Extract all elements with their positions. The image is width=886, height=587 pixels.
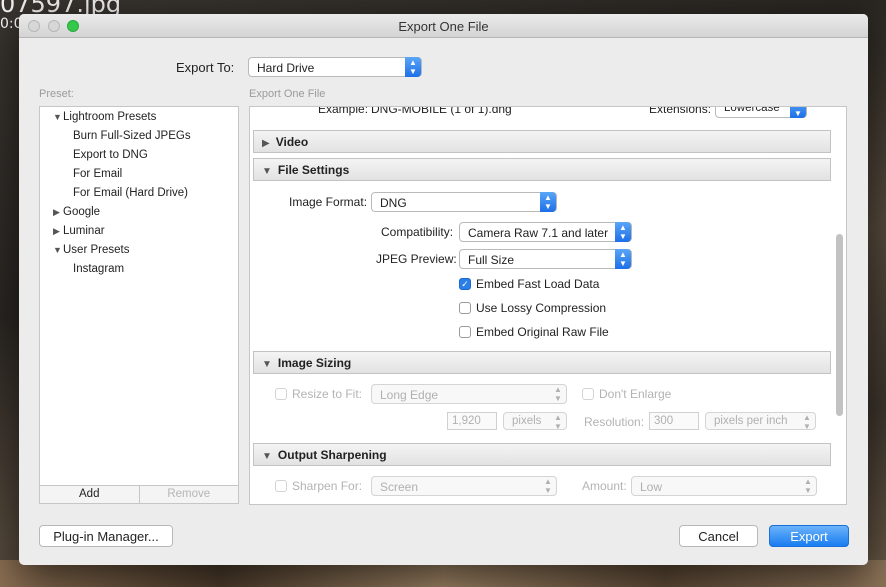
sharpen-for-checkbox[interactable] <box>275 480 287 492</box>
add-preset-button[interactable]: Add <box>40 486 140 503</box>
disclosure-closed-icon: ▶ <box>53 226 60 236</box>
lossy-compression-checkbox[interactable] <box>459 302 471 314</box>
cancel-button[interactable]: Cancel <box>679 525 758 547</box>
resolution-label: Resolution: <box>584 415 645 429</box>
chevron-updown-icon: ▲▼ <box>554 413 562 431</box>
output-sharpening-section-header[interactable]: ▼ Output Sharpening <box>253 443 831 466</box>
export-one-file-caption: Export One File <box>249 88 326 100</box>
jpeg-preview-label: JPEG Preview: <box>376 252 457 266</box>
embed-fast-load-checkbox[interactable]: ✓ <box>459 278 471 290</box>
example-label: Example: <box>318 106 369 116</box>
extensions-select[interactable]: Lowercase ▲▼ <box>715 107 807 118</box>
chevron-updown-icon: ▲▼ <box>615 249 631 269</box>
preset-export-to-dng[interactable]: Export to DNG <box>73 149 148 161</box>
window-title: Export One File <box>398 19 489 34</box>
sharpen-for-label: Sharpen For: <box>292 479 363 493</box>
dont-enlarge-label: Don't Enlarge <box>599 387 672 401</box>
image-format-select[interactable]: DNG ▲ ▼ <box>371 192 557 212</box>
chevron-updown-icon: ▲▼ <box>544 477 552 495</box>
preset-caption: Preset: <box>39 88 74 100</box>
resolution-field[interactable]: 300 <box>649 412 699 430</box>
settings-scrollbar[interactable] <box>836 234 843 416</box>
preset-group-luminar[interactable]: ▶ Luminar <box>53 225 105 237</box>
preset-footer: Add Remove <box>39 485 239 504</box>
image-format-label: Image Format: <box>289 195 368 209</box>
jpeg-preview-select[interactable]: Full Size ▲ ▼ <box>459 249 632 269</box>
preset-group-user[interactable]: ▼User Presets <box>53 244 129 256</box>
export-dialog: Export One File Export To: Hard Drive ▲ ▼… <box>19 14 868 565</box>
export-to-value: Hard Drive <box>257 61 315 75</box>
chevron-updown-icon: ▲▼ <box>540 192 556 212</box>
compatibility-select[interactable]: Camera Raw 7.1 and later ▲ ▼ <box>459 222 632 242</box>
disclosure-closed-icon: ▶ <box>53 207 60 217</box>
video-section-header[interactable]: ▶ Video <box>253 130 831 153</box>
export-settings-panel: Example: DNG-MOBILE (1 of 1).dng Extensi… <box>249 106 847 505</box>
disclosure-open-icon: ▼ <box>262 359 272 370</box>
chevron-updown-icon: ▲▼ <box>803 413 811 431</box>
dont-enlarge-checkbox[interactable] <box>582 388 594 400</box>
resolution-unit-select[interactable]: pixels per inch ▲ ▼ <box>705 412 816 431</box>
chevron-updown-icon: ▲▼ <box>615 222 631 242</box>
preset-burn-full-sized-jpegs[interactable]: Burn Full-Sized JPEGs <box>73 130 191 142</box>
chevron-updown-icon: ▲▼ <box>405 57 421 77</box>
chevron-updown-icon: ▲▼ <box>790 107 806 118</box>
amount-select[interactable]: Low ▲ ▼ <box>631 476 817 496</box>
extensions-label: Extensions: <box>649 106 712 116</box>
sharpen-for-select[interactable]: Screen ▲ ▼ <box>371 476 557 496</box>
remove-preset-button[interactable]: Remove <box>140 486 239 503</box>
image-sizing-section-header[interactable]: ▼ Image Sizing <box>253 351 831 374</box>
preset-group-google[interactable]: ▶ Google <box>53 206 100 218</box>
chevron-updown-icon: ▲▼ <box>804 477 812 495</box>
embed-original-raw-checkbox[interactable] <box>459 326 471 338</box>
resize-to-fit-checkbox[interactable] <box>275 388 287 400</box>
resize-to-fit-select[interactable]: Long Edge ▲ ▼ <box>371 384 567 404</box>
preset-list: ▼Lightroom Presets Burn Full-Sized JPEGs… <box>39 106 239 504</box>
disclosure-open-icon: ▼ <box>53 245 62 255</box>
example-value: DNG-MOBILE (1 of 1).dng <box>371 106 512 116</box>
disclosure-open-icon: ▼ <box>262 451 272 462</box>
file-settings-section-header[interactable]: ▼ File Settings <box>253 158 831 181</box>
export-button[interactable]: Export <box>769 525 849 547</box>
size-value-field[interactable]: 1,920 <box>447 412 497 430</box>
disclosure-open-icon: ▼ <box>262 166 272 177</box>
preset-instagram[interactable]: Instagram <box>73 263 124 275</box>
disclosure-open-icon: ▼ <box>53 112 62 122</box>
preset-for-email[interactable]: For Email <box>73 168 122 180</box>
title-bar: Export One File <box>19 14 868 38</box>
embed-original-raw-label: Embed Original Raw File <box>476 325 609 339</box>
plugin-manager-button[interactable]: Plug-in Manager... <box>39 525 173 547</box>
embed-fast-load-label: Embed Fast Load Data <box>476 277 600 291</box>
preset-group-lightroom[interactable]: ▼Lightroom Presets <box>53 111 156 123</box>
lossy-compression-label: Use Lossy Compression <box>476 301 607 315</box>
compatibility-label: Compatibility: <box>381 225 454 239</box>
preset-for-email-hard-drive[interactable]: For Email (Hard Drive) <box>73 187 188 199</box>
disclosure-closed-icon: ▶ <box>262 138 270 149</box>
chevron-updown-icon: ▲▼ <box>554 385 562 403</box>
amount-label: Amount: <box>582 479 627 493</box>
export-to-label: Export To: <box>176 60 235 75</box>
export-to-select[interactable]: Hard Drive ▲ ▼ <box>248 57 422 77</box>
resize-to-fit-label: Resize to Fit: <box>292 387 363 401</box>
size-unit-select[interactable]: pixels ▲ ▼ <box>503 412 567 431</box>
